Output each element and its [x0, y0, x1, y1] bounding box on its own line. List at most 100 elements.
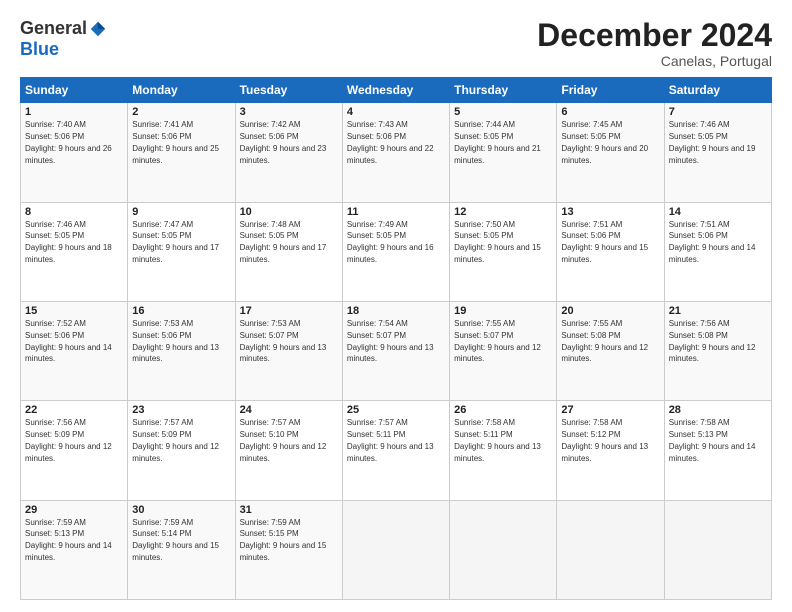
- day-number: 27: [561, 404, 659, 416]
- day-info: Sunrise: 7:58 AMSunset: 5:12 PMDaylight:…: [561, 418, 648, 462]
- weekday-header-friday: Friday: [557, 78, 664, 103]
- weekday-header-row: SundayMondayTuesdayWednesdayThursdayFrid…: [21, 78, 772, 103]
- day-number: 19: [454, 305, 552, 317]
- day-number: 20: [561, 305, 659, 317]
- day-info: Sunrise: 7:59 AMSunset: 5:13 PMDaylight:…: [25, 518, 112, 562]
- day-number: 18: [347, 305, 445, 317]
- day-info: Sunrise: 7:49 AMSunset: 5:05 PMDaylight:…: [347, 220, 434, 264]
- day-info: Sunrise: 7:48 AMSunset: 5:05 PMDaylight:…: [240, 220, 327, 264]
- calendar-cell: [557, 500, 664, 599]
- calendar-cell: 28 Sunrise: 7:58 AMSunset: 5:13 PMDayligh…: [664, 401, 771, 500]
- day-number: 17: [240, 305, 338, 317]
- calendar-cell: 2Sunrise: 7:41 AMSunset: 5:06 PMDaylight…: [128, 103, 235, 202]
- calendar-cell: 5 Sunrise: 7:44 AMSunset: 5:05 PMDaylight…: [450, 103, 557, 202]
- weekday-header-monday: Monday: [128, 78, 235, 103]
- day-info: Sunrise: 7:47 AMSunset: 5:05 PMDaylight:…: [132, 220, 219, 264]
- day-info: Sunrise: 7:46 AMSunset: 5:05 PMDaylight:…: [25, 220, 112, 264]
- title-block: December 2024 Canelas, Portugal: [537, 18, 772, 69]
- calendar-cell: [342, 500, 449, 599]
- week-row-2: 8 Sunrise: 7:46 AMSunset: 5:05 PMDaylight…: [21, 202, 772, 301]
- day-info: Sunrise: 7:40 AMSunset: 5:06 PMDaylight:…: [25, 120, 112, 164]
- calendar-cell: 3Sunrise: 7:42 AMSunset: 5:06 PMDaylight…: [235, 103, 342, 202]
- day-info: Sunrise: 7:56 AMSunset: 5:09 PMDaylight:…: [25, 418, 112, 462]
- day-number: 24: [240, 404, 338, 416]
- day-number: 4: [347, 106, 445, 118]
- day-info: Sunrise: 7:54 AMSunset: 5:07 PMDaylight:…: [347, 319, 434, 363]
- day-number: 8: [25, 206, 123, 218]
- calendar-cell: 9 Sunrise: 7:47 AMSunset: 5:05 PMDaylight…: [128, 202, 235, 301]
- calendar-cell: 16 Sunrise: 7:53 AMSunset: 5:06 PMDayligh…: [128, 301, 235, 400]
- day-number: 28: [669, 404, 767, 416]
- week-row-5: 29 Sunrise: 7:59 AMSunset: 5:13 PMDayligh…: [21, 500, 772, 599]
- day-info: Sunrise: 7:53 AMSunset: 5:06 PMDaylight:…: [132, 319, 219, 363]
- day-info: Sunrise: 7:56 AMSunset: 5:08 PMDaylight:…: [669, 319, 756, 363]
- weekday-header-sunday: Sunday: [21, 78, 128, 103]
- month-title: December 2024: [537, 18, 772, 53]
- day-number: 10: [240, 206, 338, 218]
- day-number: 9: [132, 206, 230, 218]
- calendar-cell: 20Sunrise: 7:55 AMSunset: 5:08 PMDayligh…: [557, 301, 664, 400]
- week-row-4: 22 Sunrise: 7:56 AMSunset: 5:09 PMDayligh…: [21, 401, 772, 500]
- logo-icon: [89, 20, 107, 38]
- calendar-page: General Blue December 2024 Canelas, Port…: [0, 0, 792, 612]
- day-info: Sunrise: 7:44 AMSunset: 5:05 PMDaylight:…: [454, 120, 541, 164]
- day-number: 15: [25, 305, 123, 317]
- day-number: 14: [669, 206, 767, 218]
- calendar-cell: 24 Sunrise: 7:57 AMSunset: 5:10 PMDayligh…: [235, 401, 342, 500]
- weekday-header-tuesday: Tuesday: [235, 78, 342, 103]
- day-info: Sunrise: 7:58 AMSunset: 5:13 PMDaylight:…: [669, 418, 756, 462]
- week-row-1: 1Sunrise: 7:40 AMSunset: 5:06 PMDaylight…: [21, 103, 772, 202]
- logo-general-text: General: [20, 18, 87, 39]
- day-info: Sunrise: 7:57 AMSunset: 5:10 PMDaylight:…: [240, 418, 327, 462]
- calendar-cell: 21Sunrise: 7:56 AMSunset: 5:08 PMDayligh…: [664, 301, 771, 400]
- day-info: Sunrise: 7:42 AMSunset: 5:06 PMDaylight:…: [240, 120, 327, 164]
- calendar-cell: 17Sunrise: 7:53 AMSunset: 5:07 PMDayligh…: [235, 301, 342, 400]
- calendar-cell: 19 Sunrise: 7:55 AMSunset: 5:07 PMDayligh…: [450, 301, 557, 400]
- day-info: Sunrise: 7:43 AMSunset: 5:06 PMDaylight:…: [347, 120, 434, 164]
- calendar-table: SundayMondayTuesdayWednesdayThursdayFrid…: [20, 77, 772, 600]
- day-number: 5: [454, 106, 552, 118]
- calendar-cell: [664, 500, 771, 599]
- calendar-cell: 8 Sunrise: 7:46 AMSunset: 5:05 PMDaylight…: [21, 202, 128, 301]
- calendar-cell: 25Sunrise: 7:57 AMSunset: 5:11 PMDayligh…: [342, 401, 449, 500]
- header: General Blue December 2024 Canelas, Port…: [20, 18, 772, 69]
- day-info: Sunrise: 7:58 AMSunset: 5:11 PMDaylight:…: [454, 418, 541, 462]
- day-info: Sunrise: 7:51 AMSunset: 5:06 PMDaylight:…: [669, 220, 756, 264]
- calendar-cell: 29 Sunrise: 7:59 AMSunset: 5:13 PMDayligh…: [21, 500, 128, 599]
- day-number: 13: [561, 206, 659, 218]
- calendar-cell: 7Sunrise: 7:46 AMSunset: 5:05 PMDaylight…: [664, 103, 771, 202]
- day-number: 31: [240, 504, 338, 516]
- day-number: 11: [347, 206, 445, 218]
- calendar-cell: 14 Sunrise: 7:51 AMSunset: 5:06 PMDayligh…: [664, 202, 771, 301]
- calendar-cell: 23Sunrise: 7:57 AMSunset: 5:09 PMDayligh…: [128, 401, 235, 500]
- calendar-cell: 22 Sunrise: 7:56 AMSunset: 5:09 PMDayligh…: [21, 401, 128, 500]
- calendar-cell: 6 Sunrise: 7:45 AMSunset: 5:05 PMDaylight…: [557, 103, 664, 202]
- calendar-cell: [450, 500, 557, 599]
- calendar-cell: 10 Sunrise: 7:48 AMSunset: 5:05 PMDayligh…: [235, 202, 342, 301]
- day-number: 29: [25, 504, 123, 516]
- week-row-3: 15Sunrise: 7:52 AMSunset: 5:06 PMDayligh…: [21, 301, 772, 400]
- calendar-cell: 18 Sunrise: 7:54 AMSunset: 5:07 PMDayligh…: [342, 301, 449, 400]
- day-info: Sunrise: 7:45 AMSunset: 5:05 PMDaylight:…: [561, 120, 648, 164]
- day-number: 16: [132, 305, 230, 317]
- day-number: 30: [132, 504, 230, 516]
- day-info: Sunrise: 7:51 AMSunset: 5:06 PMDaylight:…: [561, 220, 648, 264]
- calendar-cell: 1Sunrise: 7:40 AMSunset: 5:06 PMDaylight…: [21, 103, 128, 202]
- day-info: Sunrise: 7:59 AMSunset: 5:15 PMDaylight:…: [240, 518, 327, 562]
- weekday-header-thursday: Thursday: [450, 78, 557, 103]
- day-number: 23: [132, 404, 230, 416]
- calendar-cell: 26 Sunrise: 7:58 AMSunset: 5:11 PMDayligh…: [450, 401, 557, 500]
- calendar-cell: 15Sunrise: 7:52 AMSunset: 5:06 PMDayligh…: [21, 301, 128, 400]
- day-info: Sunrise: 7:55 AMSunset: 5:07 PMDaylight:…: [454, 319, 541, 363]
- calendar-cell: 31 Sunrise: 7:59 AMSunset: 5:15 PMDayligh…: [235, 500, 342, 599]
- calendar-cell: 4 Sunrise: 7:43 AMSunset: 5:06 PMDaylight…: [342, 103, 449, 202]
- day-number: 6: [561, 106, 659, 118]
- day-number: 7: [669, 106, 767, 118]
- day-number: 12: [454, 206, 552, 218]
- calendar-cell: 27 Sunrise: 7:58 AMSunset: 5:12 PMDayligh…: [557, 401, 664, 500]
- day-number: 26: [454, 404, 552, 416]
- weekday-header-saturday: Saturday: [664, 78, 771, 103]
- day-number: 22: [25, 404, 123, 416]
- day-info: Sunrise: 7:57 AMSunset: 5:11 PMDaylight:…: [347, 418, 434, 462]
- day-number: 2: [132, 106, 230, 118]
